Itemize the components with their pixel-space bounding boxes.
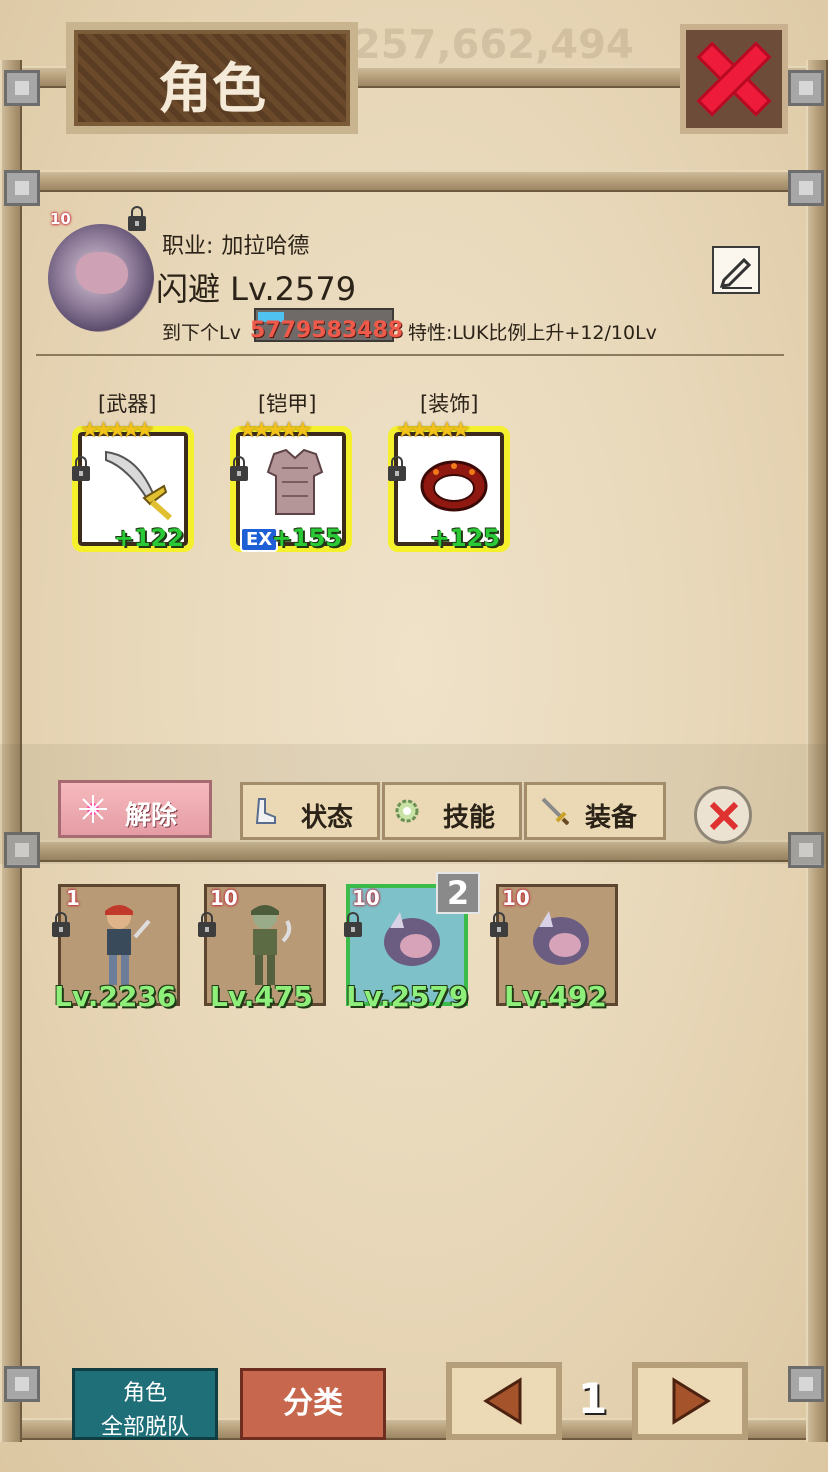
- star-rating: ★★★★★: [396, 418, 471, 443]
- corner-bolt: [4, 70, 40, 106]
- next-page-button[interactable]: [632, 1362, 748, 1440]
- tab-release-label: 解除: [125, 801, 178, 831]
- roster-rank: 10: [352, 886, 380, 910]
- lock-icon: [490, 912, 508, 937]
- xp-value: 5779583488: [250, 318, 404, 343]
- star-rating: ★★★★★: [238, 418, 313, 443]
- page-number: 1: [578, 1374, 608, 1423]
- edit-button[interactable]: [712, 246, 760, 294]
- corner-bolt: [788, 1366, 824, 1402]
- page-title: 角色: [158, 57, 266, 120]
- armor-icon: [266, 448, 324, 515]
- corner-bolt: [4, 170, 40, 206]
- roster-level: Lv.2579: [346, 980, 469, 1013]
- tab-skill[interactable]: 技能: [382, 782, 522, 840]
- divider: [36, 354, 784, 356]
- cancel-filter-button[interactable]: [694, 786, 752, 844]
- roster-level: Lv.492: [504, 980, 607, 1013]
- party-slot-badge: 2: [436, 872, 480, 914]
- enhance-level: +122: [113, 524, 184, 552]
- close-button[interactable]: [680, 24, 788, 134]
- armor-slot[interactable]: ★★★★★ EX +155: [230, 418, 352, 552]
- sword-icon: [105, 450, 172, 521]
- character-avatar: [48, 224, 154, 332]
- header-rail: [18, 170, 810, 192]
- tab-equip-label: 装备: [585, 803, 638, 833]
- rank-badge: 10: [50, 210, 71, 228]
- lock-icon: [128, 206, 146, 231]
- tab-status[interactable]: 状态: [240, 782, 380, 840]
- job-label: 职业:: [162, 234, 214, 259]
- corner-bolt: [788, 170, 824, 206]
- star-rating: ★★★★★: [80, 418, 155, 443]
- character-name-level: 闪避 Lv.2579: [156, 270, 357, 308]
- enhance-level: +155: [271, 524, 342, 552]
- lock-icon: [344, 912, 362, 937]
- arrow-left-icon: [483, 1377, 522, 1425]
- roster-level: Lv.2236: [54, 980, 177, 1013]
- lock-icon: [52, 912, 70, 937]
- tab-release[interactable]: 解除: [58, 780, 212, 838]
- slot-label-weapon: [武器]: [98, 392, 157, 416]
- enhance-level: +125: [429, 524, 500, 552]
- job-value: 加拉哈德: [221, 234, 310, 259]
- game-panel: 16,257,662,494 角色 10 职业: 加拉哈德 闪避 Lv.2579 …: [0, 0, 828, 1472]
- sparkle-icon: [79, 795, 107, 823]
- tab-skill-label: 技能: [443, 803, 496, 833]
- tab-equip[interactable]: 装备: [524, 782, 666, 840]
- job-line: 职业: 加拉哈德: [162, 228, 309, 260]
- prev-page-button[interactable]: [446, 1362, 562, 1440]
- lock-icon: [388, 456, 406, 481]
- sword-tab-icon: [541, 797, 569, 825]
- tab-status-label: 状态: [301, 803, 354, 833]
- ring-icon: [420, 460, 488, 512]
- accessory-slot[interactable]: ★★★★★ +125: [388, 418, 510, 552]
- roster-rank: 10: [210, 886, 238, 910]
- title-board: 角色: [66, 22, 358, 134]
- slot-label-accessory: [装饰]: [420, 392, 479, 416]
- lock-icon: [198, 912, 216, 937]
- slot-label-armor: [铠甲]: [258, 392, 317, 416]
- roster-level: Lv.475: [210, 980, 313, 1013]
- corner-bolt: [788, 70, 824, 106]
- pencil-icon: [719, 257, 752, 289]
- dismiss-all-line2: 全部脱队: [100, 1415, 189, 1440]
- arrow-right-icon: [672, 1377, 711, 1425]
- roster-rank: 1: [66, 886, 80, 910]
- next-level-label: 到下个Lv: [162, 322, 241, 344]
- lock-icon: [230, 456, 248, 481]
- boot-icon: [255, 798, 276, 824]
- roster-rank: 10: [502, 886, 530, 910]
- lock-icon: [72, 456, 90, 481]
- sort-button[interactable]: 分类: [240, 1368, 386, 1440]
- trait-text: 特性:LUK比例上升+12/10Lv: [408, 322, 657, 344]
- dismiss-all-line1: 角色: [122, 1381, 167, 1406]
- weapon-slot[interactable]: ★★★★★ +122: [72, 418, 194, 552]
- gear-icon: [395, 799, 419, 823]
- corner-bolt: [4, 1366, 40, 1402]
- dismiss-all-button[interactable]: 角色 全部脱队: [72, 1368, 218, 1440]
